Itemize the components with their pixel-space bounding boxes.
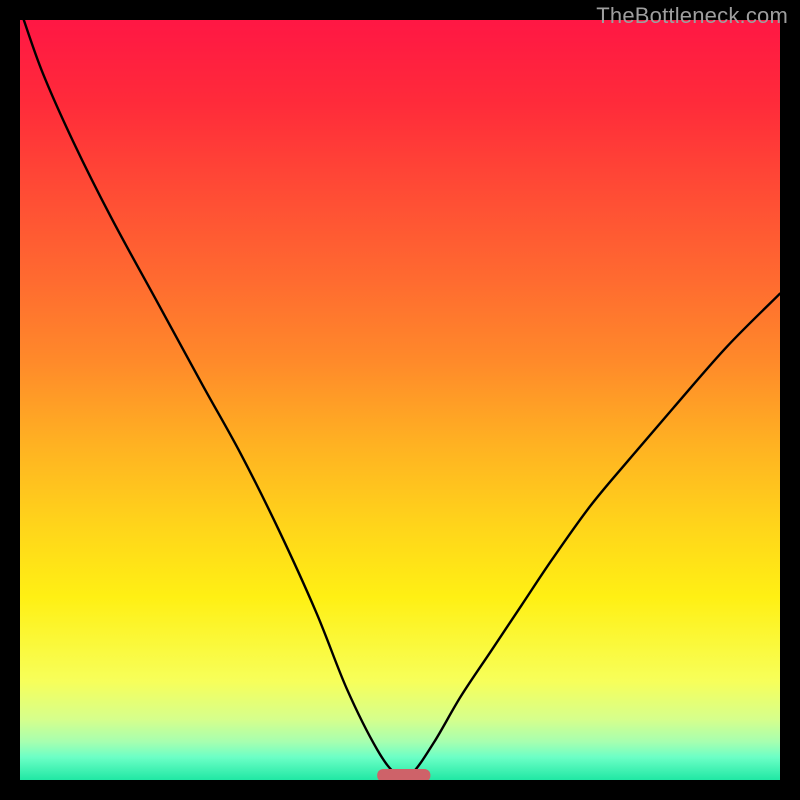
chart-frame: TheBottleneck.com [0, 0, 800, 800]
plot-area [20, 20, 780, 780]
chart-background [20, 20, 780, 780]
chart-svg [20, 20, 780, 780]
bottleneck-min-marker [377, 769, 430, 780]
attribution-watermark: TheBottleneck.com [596, 3, 788, 29]
